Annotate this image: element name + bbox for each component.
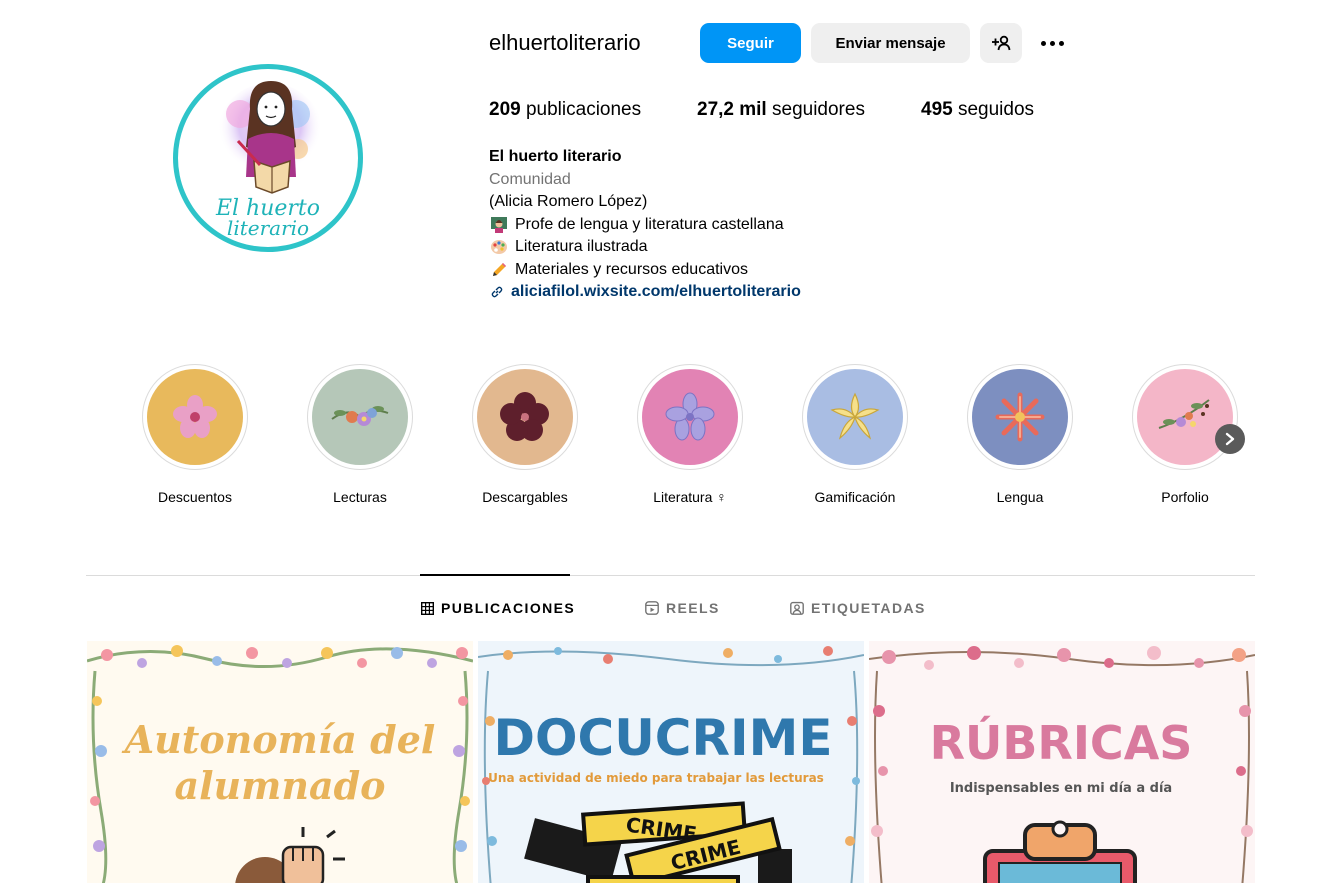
active-tab-indicator — [420, 574, 570, 576]
highlight-lengua[interactable]: Lengua — [967, 364, 1073, 505]
tab-label: REELS — [666, 600, 720, 616]
post-title-line1: Autonomía del — [122, 717, 436, 762]
tagged-icon — [790, 601, 804, 615]
reels-icon — [645, 601, 659, 615]
highlight-label: Gamificación — [814, 489, 896, 505]
person-add-icon — [992, 35, 1011, 51]
pencil-emoji-icon — [489, 260, 509, 280]
post-title: RÚBRICAS — [930, 716, 1193, 770]
post-subtitle: Una actividad de miedo para trabajar las… — [488, 771, 824, 785]
grid-icon — [421, 601, 434, 615]
post-docucrime[interactable]: DOCUCRIME Una actividad de miedo para tr… — [478, 641, 864, 883]
highlight-label: Literatura ♀ — [653, 489, 727, 505]
link-icon — [489, 282, 505, 302]
highlight-label: Lengua — [996, 489, 1044, 505]
avatar-text-line2: literario — [227, 216, 309, 240]
post-rubricas[interactable]: RÚBRICAS Indispensables en mi día a día — [869, 641, 1255, 883]
bio-website-link[interactable]: aliciafilol.wixsite.com/elhuertoliterari… — [511, 281, 801, 304]
highlight-label: Descuentos — [158, 489, 232, 505]
bio-line-illustrated: Literatura ilustrada — [515, 238, 648, 255]
chevron-right-icon — [1225, 432, 1235, 446]
bio-line-author: (Alicia Romero López) — [489, 193, 648, 210]
profile-avatar[interactable]: El huerto literario — [173, 64, 363, 252]
teacher-emoji-icon — [489, 215, 509, 235]
highlight-descargables[interactable]: Descargables — [472, 364, 578, 505]
highlight-literatura[interactable]: Literatura ♀ — [637, 364, 743, 505]
post-title: DOCUCRIME — [493, 709, 832, 767]
profile-bio: El huerto literario Comunidad (Alicia Ro… — [489, 146, 801, 304]
post-subtitle: Indispensables en mi día a día — [950, 781, 1172, 796]
highlight-label: Porfolio — [1161, 489, 1209, 505]
tab-label: ETIQUETADAS — [811, 600, 926, 616]
bio-name: El huerto literario — [489, 148, 622, 165]
floral-branch-icon — [1158, 399, 1210, 429]
palette-emoji-icon — [489, 237, 509, 257]
flower-icon — [173, 395, 217, 438]
bio-line-teacher: Profe de lengua y literatura castellana — [515, 215, 784, 233]
highlight-label: Lecturas — [333, 489, 387, 505]
bio-category: Comunidad — [489, 170, 571, 188]
highlights-next-button[interactable] — [1215, 424, 1245, 454]
post-autonomia[interactable]: Autonomía del alumnado — [87, 641, 473, 883]
more-options-icon[interactable] — [1036, 30, 1068, 56]
follow-button[interactable]: Seguir — [700, 23, 801, 63]
orange-flower-icon — [995, 392, 1045, 442]
highlight-gamificacion[interactable]: Gamificación — [802, 364, 908, 505]
posts-count-stat: 209 publicaciones — [489, 99, 642, 120]
flower-bouquet-icon — [331, 406, 389, 426]
highlight-descuentos[interactable]: Descuentos — [142, 364, 248, 505]
dark-flower-icon — [500, 392, 549, 441]
highlight-label: Descargables — [482, 489, 568, 505]
tabs-divider — [86, 575, 1255, 576]
add-user-button[interactable] — [980, 23, 1022, 63]
yellow-flower-icon — [830, 392, 880, 440]
tab-etiquetadas[interactable]: ETIQUETADAS — [790, 600, 926, 616]
purple-flower-icon — [665, 392, 715, 441]
profile-username: elhuertoliterario — [489, 30, 641, 55]
bio-line-materials: Materiales y recursos educativos — [515, 260, 748, 278]
following-stat[interactable]: 495 seguidos — [921, 99, 1034, 121]
followers-stat[interactable]: 27,2 mil seguidores — [697, 99, 865, 121]
send-message-button[interactable]: Enviar mensaje — [811, 23, 970, 63]
highlight-lecturas[interactable]: Lecturas — [307, 364, 413, 505]
tab-label: PUBLICACIONES — [441, 600, 576, 616]
post-title-line2: alumnado — [174, 763, 385, 808]
tab-reels[interactable]: REELS — [645, 600, 720, 616]
tab-publicaciones[interactable]: PUBLICACIONES — [421, 600, 575, 616]
